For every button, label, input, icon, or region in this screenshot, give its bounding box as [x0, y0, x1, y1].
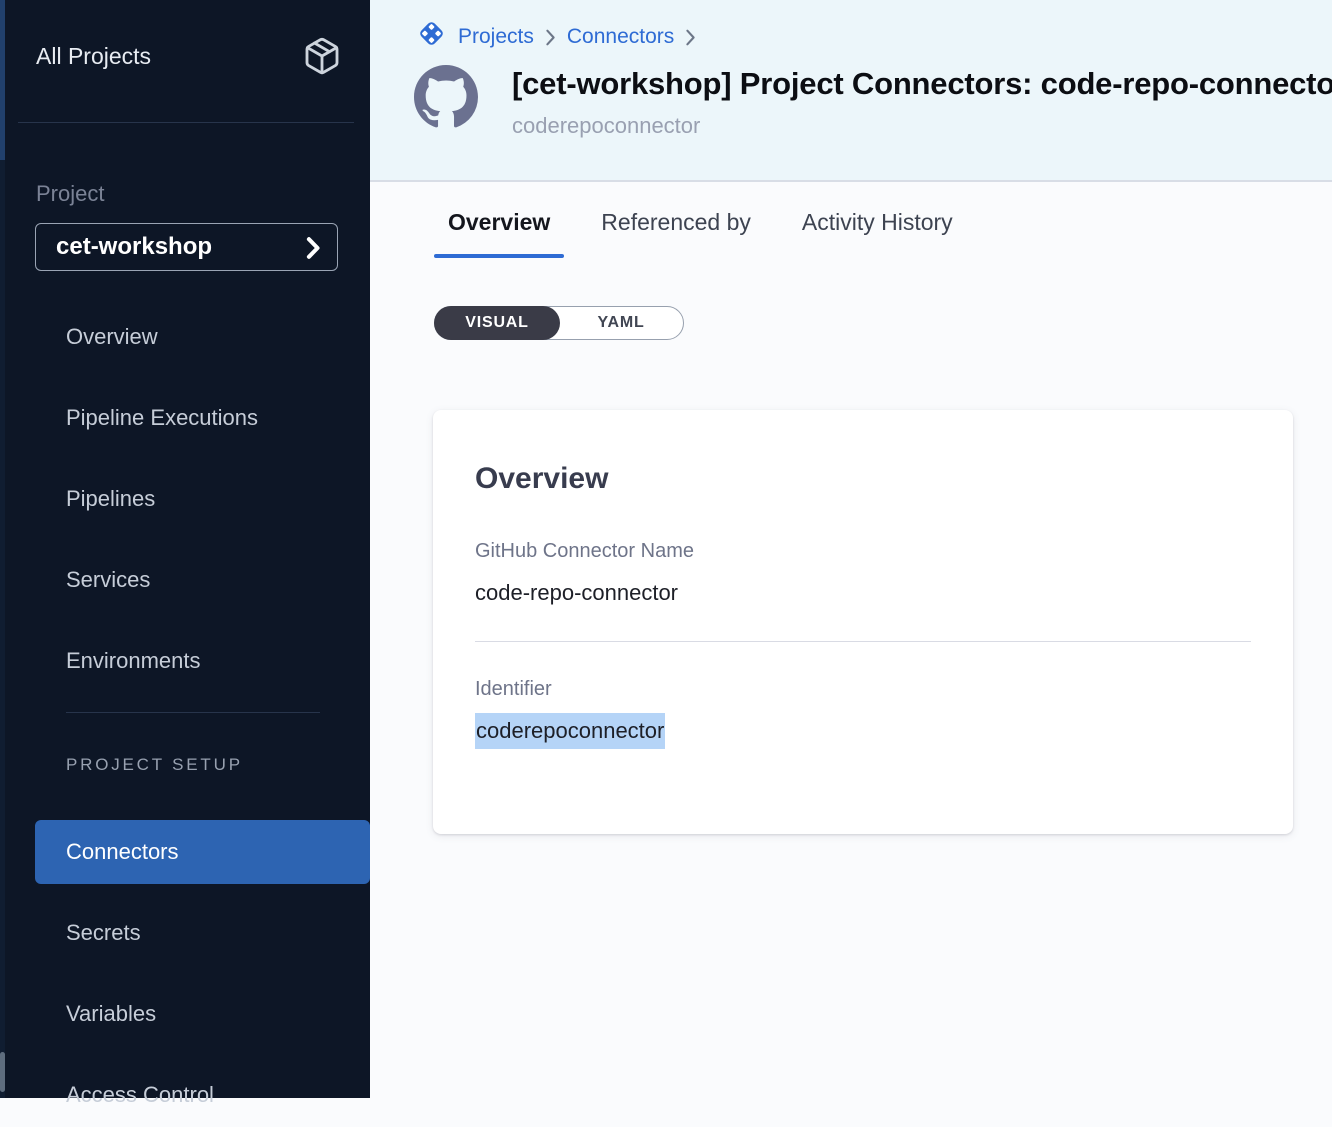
package-icon[interactable]: [302, 36, 342, 76]
breadcrumb-link-projects[interactable]: Projects: [458, 25, 534, 49]
sidebar-item-access-control[interactable]: Access Control: [35, 1063, 370, 1127]
divider: [66, 712, 320, 713]
sidebar-item-pipeline-executions[interactable]: Pipeline Executions: [0, 377, 370, 458]
sidebar-item-services[interactable]: Services: [0, 539, 370, 620]
field-identifier: Identifier coderepoconnector: [475, 678, 1251, 744]
left-rail: [0, 0, 5, 1098]
sidebar-item-variables[interactable]: Variables: [35, 982, 370, 1046]
project-selector[interactable]: cet-workshop: [35, 223, 338, 271]
all-projects-label[interactable]: All Projects: [36, 43, 151, 70]
divider: [18, 122, 354, 123]
divider: [475, 641, 1251, 642]
selected-text: coderepoconnector: [475, 713, 665, 749]
tab-overview[interactable]: Overview: [434, 208, 564, 258]
chevron-right-icon: [544, 29, 557, 46]
sidebar-item-connectors[interactable]: Connectors: [35, 820, 370, 884]
project-label: Project: [36, 181, 370, 207]
left-rail-accent: [0, 0, 5, 160]
chevron-right-icon: [684, 29, 697, 46]
page-subtitle: coderepoconnector: [512, 113, 1332, 139]
sidebar-item-overview[interactable]: Overview: [0, 296, 370, 377]
all-projects-header: All Projects: [0, 0, 370, 76]
sidebar-item-secrets[interactable]: Secrets: [35, 901, 370, 965]
sidebar: All Projects Project cet-workshop Overvi…: [0, 0, 370, 1098]
breadcrumb: Projects Connectors: [370, 0, 1332, 56]
visual-yaml-toggle: VISUAL YAML: [434, 306, 684, 340]
field-label: Identifier: [475, 678, 1251, 701]
overview-card: Overview GitHub Connector Name code-repo…: [433, 410, 1293, 834]
main-area: Projects Connectors [cet-workshop] Proje…: [370, 0, 1332, 1098]
field-label: GitHub Connector Name: [475, 540, 1251, 563]
tab-activity-history[interactable]: Activity History: [788, 208, 967, 258]
field-value: coderepoconnector: [475, 718, 1251, 744]
field-connector-name: GitHub Connector Name code-repo-connecto…: [475, 540, 1251, 606]
breadcrumb-link-connectors[interactable]: Connectors: [567, 25, 674, 49]
toggle-visual[interactable]: VISUAL: [434, 306, 560, 340]
chevron-right-icon: [306, 237, 321, 259]
card-heading: Overview: [475, 462, 1251, 496]
title-row: [cet-workshop] Project Connectors: code-…: [414, 65, 1332, 139]
sidebar-item-environments[interactable]: Environments: [0, 620, 370, 701]
tab-bar: Overview Referenced by Activity History: [434, 182, 1332, 258]
projects-diamond-icon[interactable]: [415, 17, 448, 56]
project-setup-nav: Connectors Secrets Variables Access Cont…: [0, 820, 370, 1127]
project-selector-value: cet-workshop: [56, 233, 212, 261]
field-value: code-repo-connector: [475, 580, 1251, 606]
sidebar-item-pipelines[interactable]: Pipelines: [0, 458, 370, 539]
project-setup-section-label: PROJECT SETUP: [66, 755, 370, 775]
project-nav: Overview Pipeline Executions Pipelines S…: [0, 296, 370, 701]
page-title: [cet-workshop] Project Connectors: code-…: [512, 65, 1332, 103]
github-octocat-icon: [414, 65, 478, 129]
scrollbar-thumb[interactable]: [0, 1052, 5, 1092]
title-texts: [cet-workshop] Project Connectors: code-…: [512, 65, 1332, 139]
page-header: Projects Connectors [cet-workshop] Proje…: [370, 0, 1332, 182]
toggle-yaml[interactable]: YAML: [559, 307, 683, 339]
tab-referenced-by[interactable]: Referenced by: [587, 208, 765, 258]
